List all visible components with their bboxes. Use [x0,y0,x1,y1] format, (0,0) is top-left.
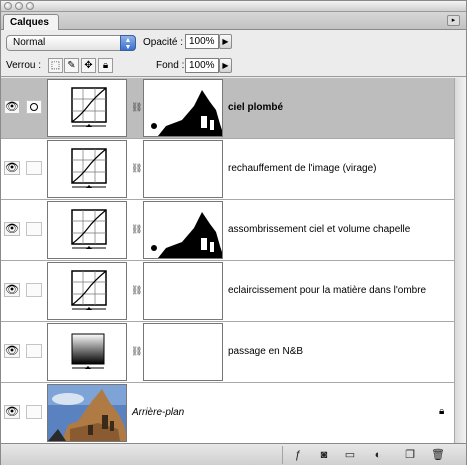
blend-row: Normal ▲ ▼ Opacité : 100% ▶ [1,31,466,55]
tab-row: Calques ▸ [1,12,466,30]
lock-transparency-icon[interactable]: ⬚ [48,58,63,73]
layer-thumbnail[interactable] [47,79,127,137]
title-bar [1,1,466,12]
minimize-window-icon[interactable] [15,2,23,10]
layer-thumbnail[interactable] [47,323,127,381]
fill-slider-button[interactable]: ▶ [219,58,232,73]
layer-name[interactable]: Arrière-plan [132,407,184,418]
layers-panel: Calques ▸ Normal ▲ ▼ Opacité : 100% ▶ Ver… [0,0,467,465]
new-group-icon[interactable]: ▭ [342,448,358,462]
layer-thumbnail[interactable] [47,262,127,320]
lock-label: Verrou : [6,60,42,71]
panel-menu-button[interactable]: ▸ [447,15,460,26]
layer-link-box[interactable] [26,222,42,236]
layer-row[interactable]: 👁︎ ⛓︎ rechauffement de l'image (virage) [1,139,454,200]
layer-row[interactable]: 👁︎ ⛓︎ assombrissement ciel et volume chape… [1,200,454,261]
layer-link-box[interactable] [26,344,42,358]
chain-link-icon[interactable]: ⛓︎ [131,163,142,174]
lock-row: Verrou : ⬚ ✎ ✥ 🔒︎ Fond : 100% ▶ [1,55,466,77]
layer-link-box[interactable] [26,100,42,114]
layer-mask-thumbnail[interactable] [143,323,223,381]
opacity-label: Opacité : [143,37,184,48]
layer-name[interactable]: ciel plombé [228,102,283,113]
visibility-eye-icon[interactable]: 👁︎ [4,344,20,358]
layers-list: 👁︎ ⛓︎ ciel plombé 👁︎ ⛓︎ rechauffement de l'im… [1,78,466,444]
visibility-eye-icon[interactable]: 👁︎ [4,222,20,236]
visibility-eye-icon[interactable]: 👁︎ [4,405,20,419]
opacity-field[interactable]: 100% [185,34,219,49]
trash-icon[interactable]: 🗑︎ [430,448,446,462]
chain-link-icon[interactable]: ⛓︎ [131,224,142,235]
chain-link-icon[interactable]: ⛓︎ [131,102,142,113]
lock-brush-icon[interactable]: ✎ [64,58,79,73]
layer-name[interactable]: passage en N&B [228,346,303,357]
layer-link-box[interactable] [26,161,42,175]
close-window-icon[interactable] [4,2,12,10]
tab-layers[interactable]: Calques [3,14,59,30]
chain-link-icon[interactable]: ⛓︎ [131,346,142,357]
adjustment-layer-icon[interactable]: ◐ [370,448,386,462]
layer-link-box[interactable] [26,283,42,297]
blend-mode-value: Normal [13,37,46,48]
layer-thumbnail[interactable] [47,140,127,198]
layer-link-box[interactable] [26,405,42,419]
layer-row[interactable]: 👁︎ ⛓︎ passage en N&B [1,322,454,383]
visibility-eye-icon[interactable]: 👁︎ [4,283,20,297]
background-lock-icon: 🔒︎ [439,406,445,417]
zoom-window-icon[interactable] [26,2,34,10]
new-layer-icon[interactable]: ❐ [402,448,418,462]
layer-mask-thumbnail[interactable] [143,79,223,137]
blend-mode-arrows-icon[interactable]: ▲ ▼ [120,35,136,51]
add-mask-icon[interactable]: ◙ [316,448,332,462]
lock-move-icon[interactable]: ✥ [81,58,96,73]
lock-all-icon[interactable]: 🔒︎ [98,58,113,73]
layer-row[interactable]: 👁︎ ⛓︎ ciel plombé [1,78,454,139]
visibility-eye-icon[interactable]: 👁︎ [4,100,20,114]
bottom-toolbar: ƒ ◙ ▭ ◐ ❐ 🗑︎ [1,443,466,465]
opacity-slider-button[interactable]: ▶ [219,34,232,49]
fill-field[interactable]: 100% [185,58,219,73]
chain-link-icon[interactable]: ⛓︎ [131,285,142,296]
fill-label: Fond : [156,60,185,71]
layers-scrollbar[interactable] [454,78,466,443]
layer-name[interactable]: rechauffement de l'image (virage) [228,163,376,174]
layer-row[interactable]: 👁︎ ⛓︎ eclaircissement pour la matière dans… [1,261,454,322]
layer-name[interactable]: eclaircissement pour la matière dans l'o… [228,285,426,296]
layer-thumbnail[interactable] [47,384,127,442]
layer-thumbnail[interactable] [47,201,127,259]
layer-name[interactable]: assombrissement ciel et volume chapelle [228,224,410,235]
layer-mask-thumbnail[interactable] [143,262,223,320]
layer-row[interactable]: 👁︎ Arrière-plan 🔒︎ [1,383,454,444]
layer-style-icon[interactable]: ƒ [290,448,306,462]
layer-mask-thumbnail[interactable] [143,140,223,198]
visibility-eye-icon[interactable]: 👁︎ [4,161,20,175]
layer-mask-thumbnail[interactable] [143,201,223,259]
blend-mode-select[interactable]: Normal ▲ ▼ [6,35,136,51]
